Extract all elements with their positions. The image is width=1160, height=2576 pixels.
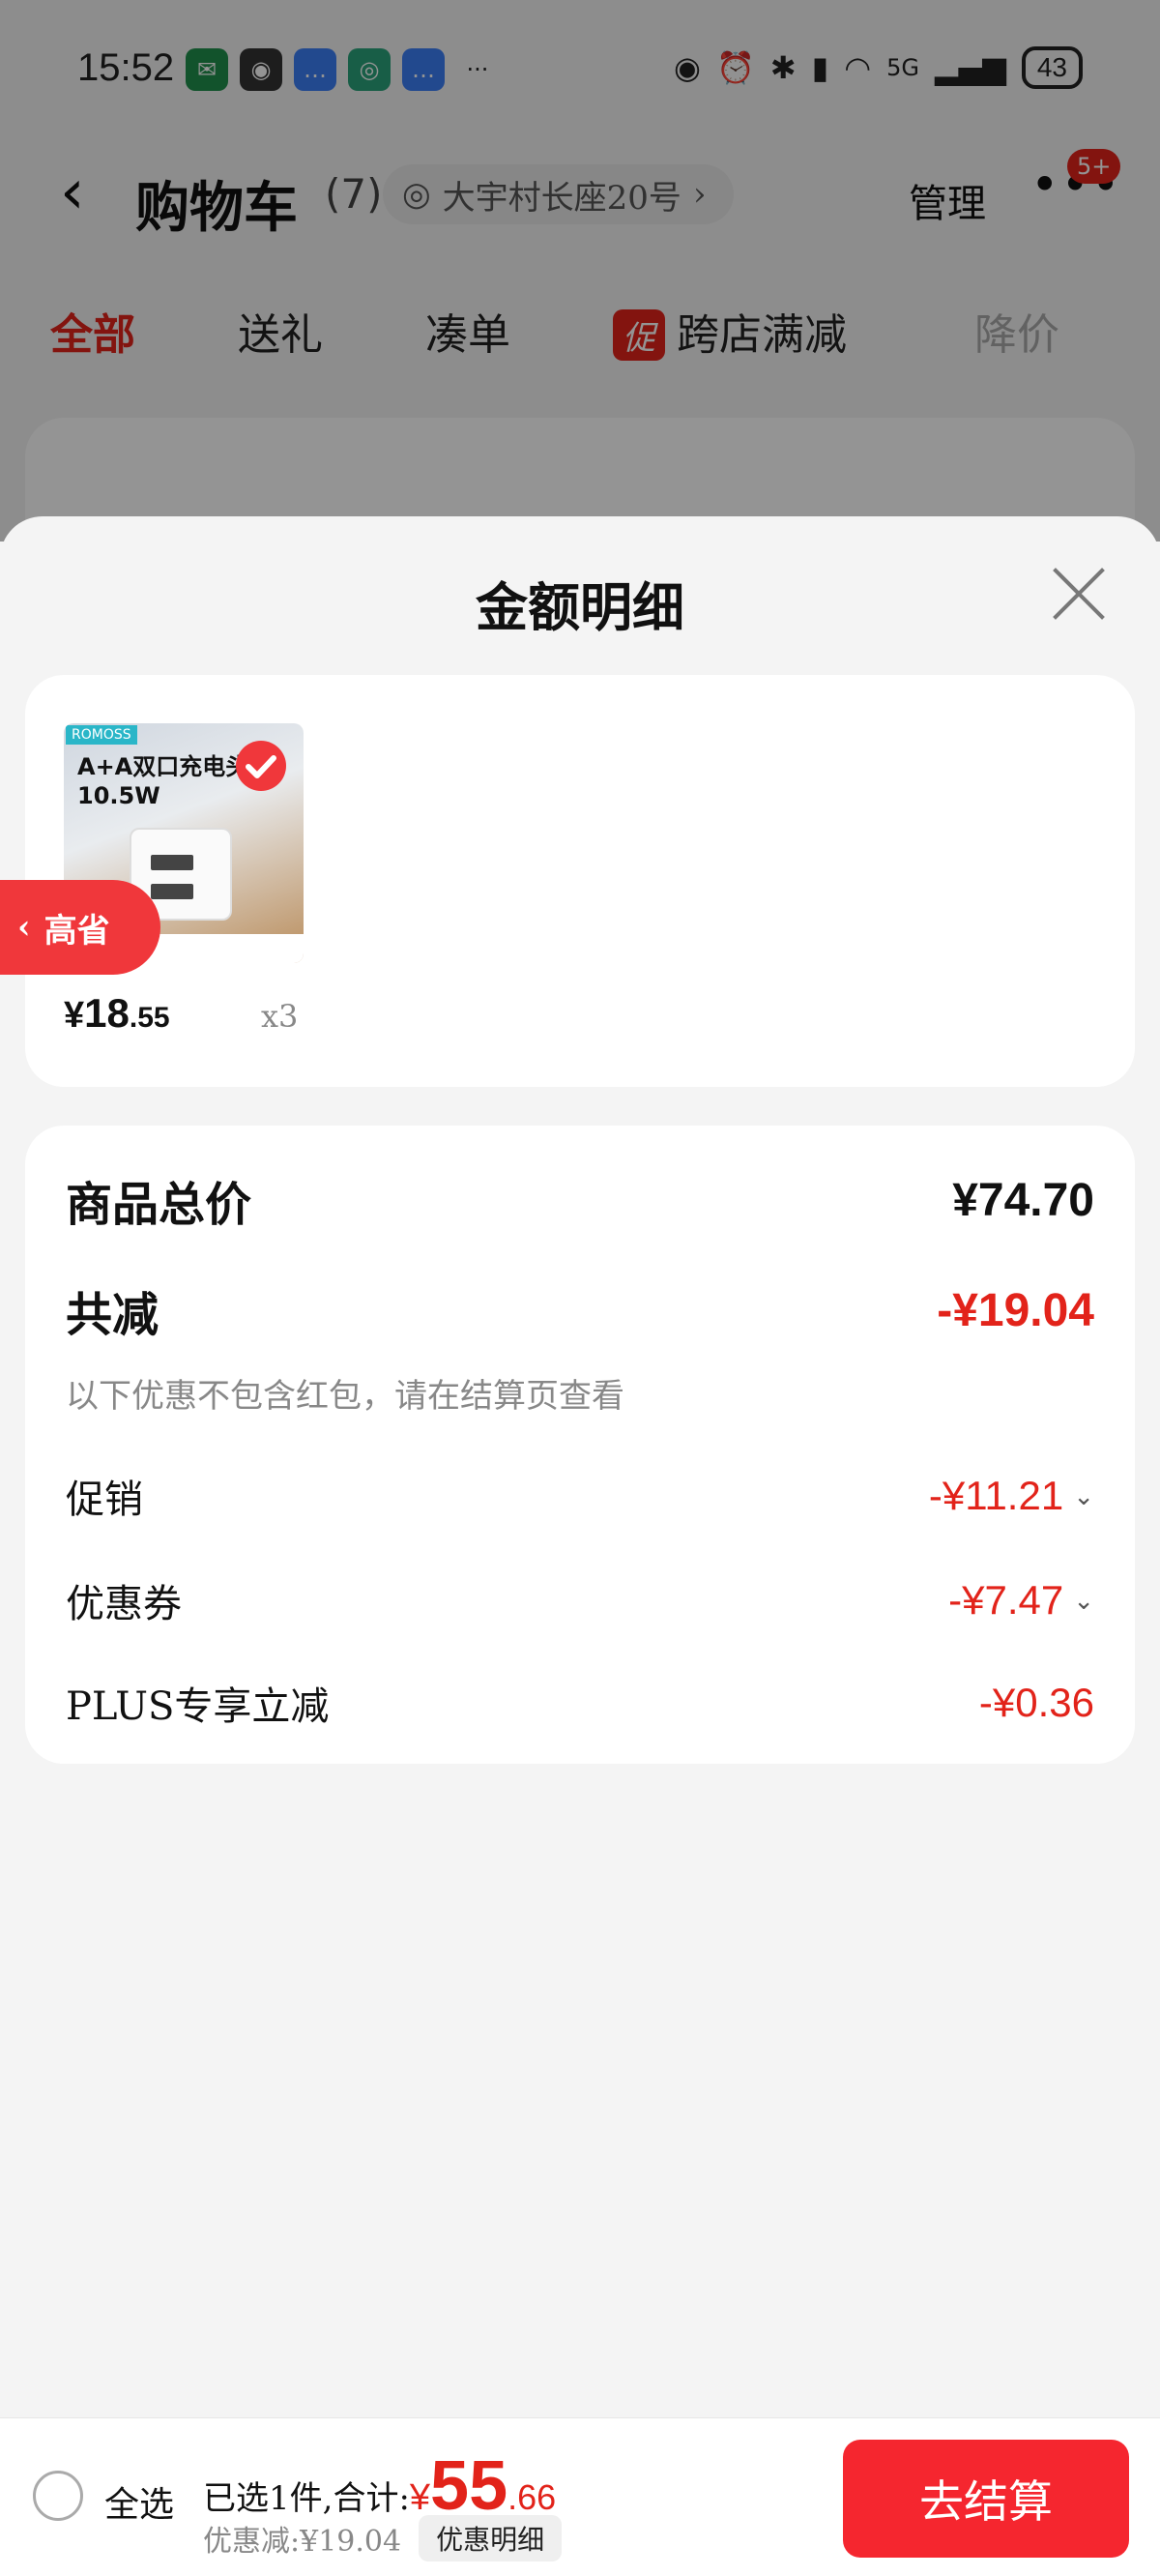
price-dec: .55 bbox=[129, 1002, 170, 1034]
coupon-value: -¥7.47 bbox=[948, 1577, 1064, 1623]
brand-logo: ROMOSS bbox=[66, 725, 137, 745]
coupon-row[interactable]: 优惠券 -¥7.47 ⌄ bbox=[66, 1566, 1094, 1634]
sheet-title: 金额明细 bbox=[476, 576, 684, 638]
coupon-label: 优惠券 bbox=[66, 1582, 182, 1626]
coupon-value-group: -¥7.47 ⌄ bbox=[948, 1577, 1094, 1624]
selected-count-label: 已选1件,合计: bbox=[203, 2479, 410, 2518]
promo-label: 促销 bbox=[66, 1478, 143, 1522]
chevron-down-icon: ⌄ bbox=[1073, 1585, 1094, 1615]
total-dec: .66 bbox=[508, 2477, 557, 2517]
price-summary-card: 商品总价 ¥74.70 共减 -¥19.04 以下优惠不包含红包，请在结算页查看… bbox=[25, 1126, 1135, 1764]
usb-port bbox=[151, 855, 193, 870]
checkout-button[interactable]: 去结算 bbox=[843, 2440, 1129, 2558]
chevron-left-icon: ‹ bbox=[17, 908, 31, 947]
usb-port bbox=[151, 884, 193, 899]
select-all-label[interactable]: 全选 bbox=[104, 2476, 174, 2527]
select-all-radio[interactable] bbox=[33, 2471, 83, 2521]
total-row: 商品总价 ¥74.70 bbox=[66, 1166, 1094, 1234]
side-tag-label: 高省 bbox=[44, 911, 110, 951]
plus-value: -¥0.36 bbox=[978, 1680, 1094, 1725]
close-icon[interactable] bbox=[1050, 565, 1108, 623]
total-currency: ¥ bbox=[409, 2477, 431, 2518]
promo-row[interactable]: 促销 -¥11.21 ⌄ bbox=[66, 1462, 1094, 1530]
item-quantity: x3 bbox=[261, 998, 299, 1035]
total-int: 55 bbox=[430, 2447, 508, 2525]
checkout-bar: 全选 已选1件,合计: ¥ 55 .66 优惠减:¥19.04 优惠明细 去结算 bbox=[0, 2417, 1160, 2576]
checkmark-icon bbox=[236, 741, 286, 791]
discount-text: 优惠减:¥19.04 bbox=[203, 2525, 402, 2559]
plus-row: PLUS专享立减 -¥0.36 bbox=[66, 1669, 1094, 1737]
discount-line: 优惠减:¥19.04 优惠明细 bbox=[203, 2515, 563, 2561]
selected-item-card: ROMOSS A+A双口充电头 10.5W ¥18.55 x3 bbox=[25, 675, 1135, 1087]
total-summary: 已选1件,合计: ¥ 55 .66 bbox=[203, 2451, 556, 2521]
total-value: ¥74.70 bbox=[952, 1174, 1094, 1226]
price-int: 18 bbox=[84, 990, 130, 1036]
chevron-down-icon: ⌄ bbox=[1073, 1480, 1094, 1510]
discount-detail-button[interactable]: 优惠明细 bbox=[419, 2515, 563, 2561]
promo-value-group: -¥11.21 ⌄ bbox=[929, 1473, 1094, 1519]
promo-value: -¥11.21 bbox=[928, 1473, 1064, 1518]
discount-value: -¥19.04 bbox=[937, 1284, 1094, 1336]
total-label: 商品总价 bbox=[66, 1178, 252, 1232]
discount-label: 共减 bbox=[66, 1288, 160, 1342]
amount-detail-sheet: 金额明细 ROMOSS A+A双口充电头 10.5W ¥18.55 x3 ‹ 高… bbox=[0, 516, 1160, 2417]
discount-note: 以下优惠不包含红包，请在结算页查看 bbox=[66, 1377, 624, 1416]
item-price: ¥18.55 bbox=[64, 990, 170, 1037]
side-float-tag[interactable]: ‹ 高省 bbox=[0, 880, 160, 975]
cart-page-background: 15:52 ✉ ◉ … ◎ … ··· ◉ ⏰ ✱ ▮ ◠ 5G ▂▄▆ 43 … bbox=[0, 0, 1160, 630]
plus-label: PLUS专享立减 bbox=[66, 1684, 330, 1729]
discount-row: 共减 -¥19.04 bbox=[66, 1276, 1094, 1344]
price-currency: ¥ bbox=[64, 995, 85, 1036]
product-image-title: A+A双口充电头 10.5W bbox=[77, 753, 249, 809]
overlay-dim[interactable] bbox=[0, 0, 1160, 542]
